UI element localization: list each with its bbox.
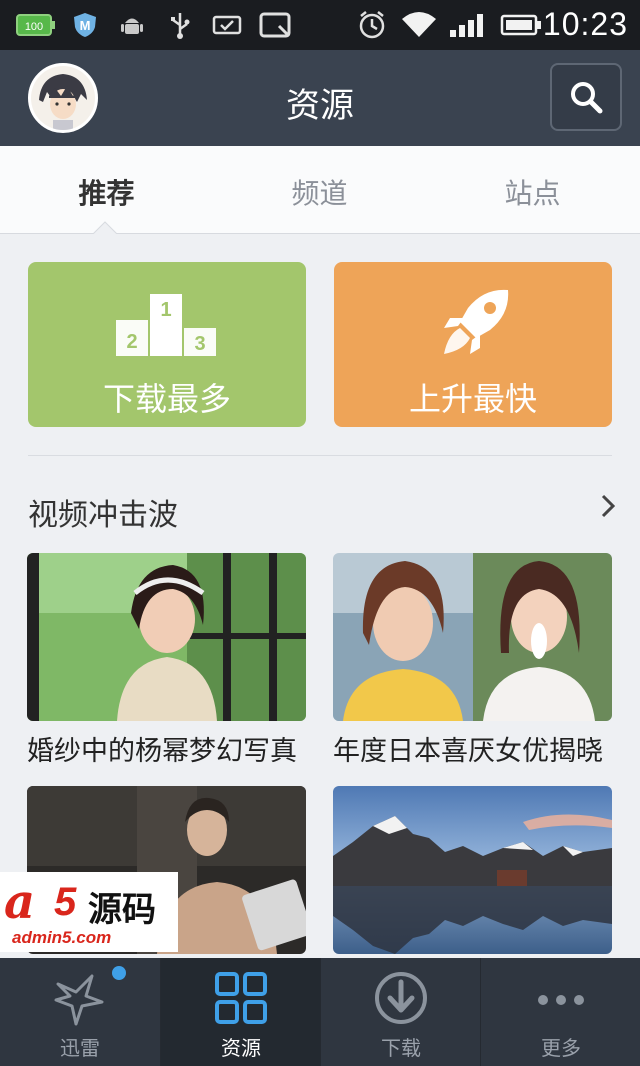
wifi-icon (400, 12, 438, 38)
usb-icon (166, 12, 194, 39)
nav-more[interactable]: 更多 (481, 958, 640, 1066)
nav-xunlei[interactable]: 迅雷 (0, 958, 160, 1066)
fastest-rising-label: 上升最快 (408, 380, 537, 418)
bottom-navigation: 迅雷 资源 下载 更多 (0, 958, 640, 1066)
rocket-icon (444, 289, 509, 354)
search-button[interactable] (550, 63, 622, 131)
watermark-url: admin5.com (12, 928, 112, 947)
xunlei-bird-icon (54, 974, 104, 1026)
fastest-rising-tile[interactable]: 上升最快 (334, 262, 612, 427)
grid-icon (215, 972, 267, 1024)
active-tab-indicator (92, 221, 118, 235)
podium-2-label: 2 (126, 331, 137, 353)
search-icon (571, 82, 603, 114)
video-caption[interactable]: 年度日本喜厌女优揭晓 (333, 729, 623, 768)
shield-icon: M (70, 12, 100, 38)
download-icon (375, 972, 427, 1024)
android-icon (118, 12, 146, 38)
app-header: 资源 (0, 50, 640, 146)
more-dots-icon (538, 995, 584, 1005)
tab-sites[interactable]: 站点 (426, 172, 639, 212)
chevron-right-icon[interactable] (598, 492, 618, 520)
nav-label: 下载 (381, 1036, 421, 1060)
video-thumbnail[interactable] (333, 786, 612, 954)
nav-label: 资源 (221, 1036, 261, 1060)
section-divider (28, 455, 612, 456)
battery-percent-text: 100 (25, 21, 43, 33)
card-icon (212, 12, 242, 38)
podium-1-label: 1 (160, 299, 171, 321)
notification-dot (112, 966, 126, 980)
watermark-5: 5 (54, 880, 77, 924)
alarm-icon (356, 11, 388, 39)
section-title[interactable]: 视频冲击波 (28, 490, 178, 534)
page-title: 资源 (286, 86, 354, 126)
battery-100-icon: 100 (16, 12, 56, 38)
svg-text:M: M (80, 18, 91, 33)
nav-label: 更多 (541, 1036, 581, 1060)
video-caption[interactable]: 婚纱中的杨幂梦幻写真 (27, 729, 317, 768)
watermark-a: a (4, 874, 36, 930)
nav-label: 迅雷 (60, 1036, 100, 1060)
status-time: 10:23 (542, 6, 628, 42)
video-thumbnail[interactable] (27, 553, 306, 721)
podium-3-label: 3 (194, 333, 205, 355)
video-thumbnail[interactable] (333, 553, 612, 721)
tab-recommended[interactable]: 推荐 (0, 172, 213, 212)
most-downloaded-tile[interactable]: 2 1 3 下载最多 (28, 262, 306, 427)
screenshot-icon (258, 12, 294, 38)
nav-resources[interactable]: 资源 (161, 958, 321, 1066)
watermark-cn: 源码 (88, 890, 156, 930)
signal-icon (448, 12, 490, 38)
most-downloaded-label: 下载最多 (102, 380, 231, 418)
tab-channels[interactable]: 频道 (213, 172, 426, 212)
status-bar: 100 M 10:23 (0, 0, 640, 50)
battery-icon (500, 12, 542, 38)
nav-download[interactable]: 下载 (321, 958, 481, 1066)
podium-icon: 2 1 3 (116, 294, 216, 356)
watermark-logo: a 5 源码 admin5.com (0, 872, 178, 952)
